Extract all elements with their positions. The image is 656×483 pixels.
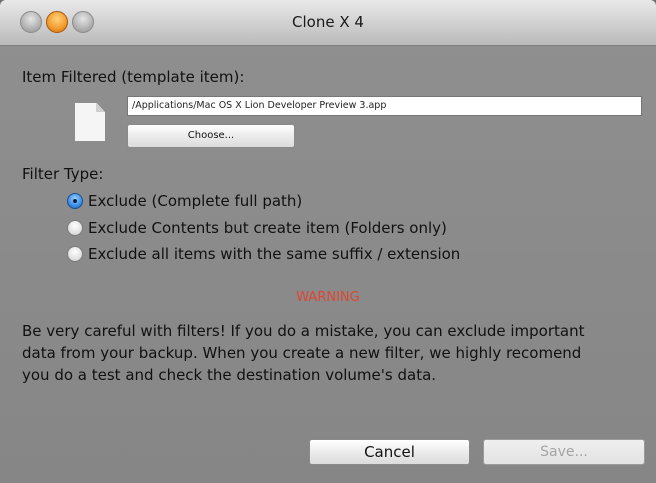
document-icon-fold [96,103,105,112]
warning-line: you do a test and check the destination … [22,366,437,384]
filter-type-label: Filter Type: [22,165,104,183]
choose-button[interactable]: Choose... [127,124,295,148]
radio-exclude-suffix[interactable] [67,246,83,262]
warning-message: Be very careful with filters! If you do … [22,320,642,386]
warning-line: Be very careful with filters! If you do … [22,322,585,340]
radio-exclude-contents[interactable] [67,220,83,236]
item-path-field[interactable]: /Applications/Mac OS X Lion Developer Pr… [127,96,642,116]
warning-title: WARNING [296,290,360,305]
radio-selected-dot [73,199,77,203]
radio-exclude-suffix-label[interactable]: Exclude all items with the same suffix /… [88,245,460,263]
radio-exclude-full-path[interactable] [67,193,83,209]
radio-exclude-full-path-label[interactable]: Exclude (Complete full path) [88,192,302,210]
cancel-button[interactable]: Cancel [309,439,470,465]
window-title: Clone X 4 [292,13,364,31]
clone-x-dialog-window: Clone X 4 Item Filtered (template item):… [0,0,656,483]
warning-line: data from your backup. When you create a… [22,344,582,362]
radio-exclude-contents-label[interactable]: Exclude Contents but create item (Folder… [88,219,447,237]
save-button[interactable]: Save... [483,439,645,465]
item-filtered-label: Item Filtered (template item): [22,68,245,86]
title-bar[interactable]: Clone X 4 [0,0,656,46]
